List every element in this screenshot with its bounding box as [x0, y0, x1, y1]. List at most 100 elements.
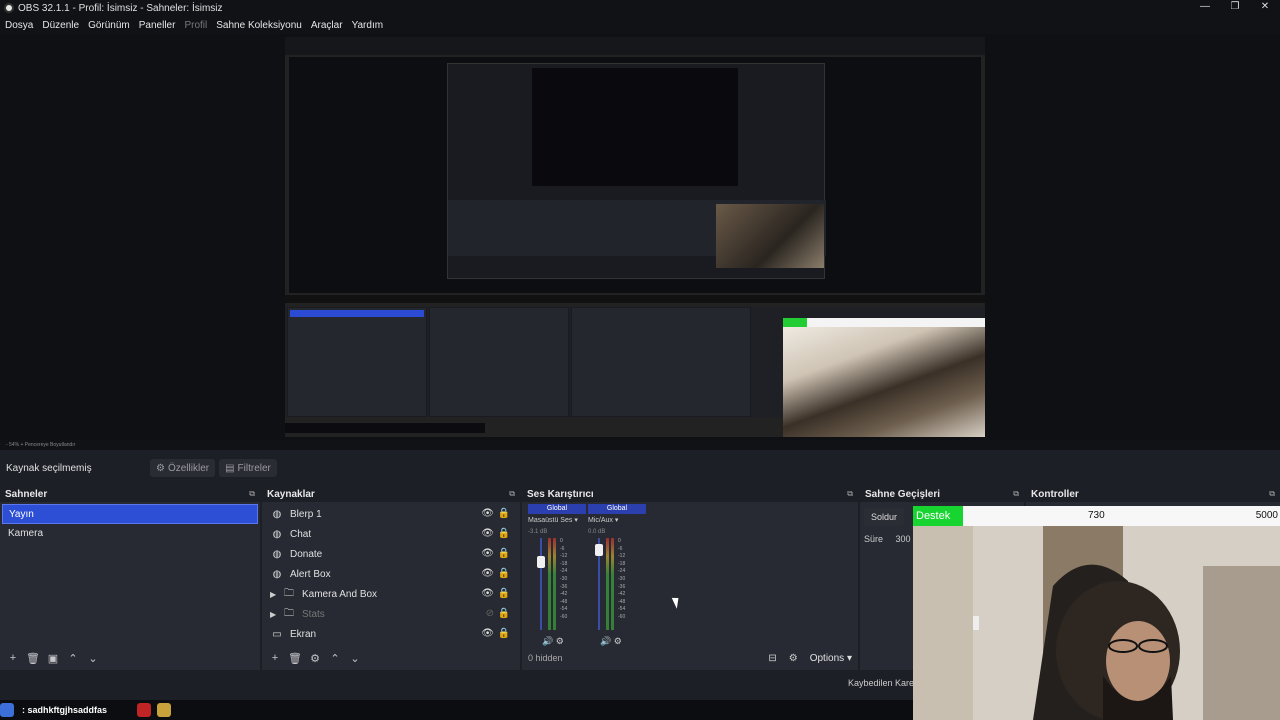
scale-tick: -12 [560, 553, 568, 560]
scale-tick: -18 [618, 560, 626, 567]
eye-icon[interactable]: 👁 [481, 548, 494, 559]
dropped-frames-label: Kaybedilen Kare [848, 678, 915, 688]
advanced-audio-icon[interactable]: ⚙ [789, 653, 798, 664]
menu-gorunum[interactable]: Görünüm [88, 20, 130, 31]
chevron-down-icon: ▾ [574, 517, 578, 524]
maximize-icon[interactable]: ❐ [1220, 0, 1250, 16]
scale-tick: -42 [560, 591, 568, 598]
channel-settings-icon[interactable]: ⚙ [556, 636, 564, 646]
eye-icon[interactable]: 👁 [481, 528, 494, 539]
source-label: Alert Box [290, 568, 331, 580]
scene-item-kamera[interactable]: Kamera [2, 524, 258, 544]
duration-label: Süre [864, 534, 884, 544]
source-item[interactable]: ◍ Alert Box 👁 🔒 [266, 564, 516, 584]
lock-icon[interactable]: 🔒 [498, 568, 510, 579]
options-button[interactable]: Options ▾ [810, 653, 852, 664]
source-item[interactable]: ◍ Chat 👁 🔒 [266, 524, 516, 544]
menu-araclar[interactable]: Araçlar [311, 20, 343, 31]
browser-icon: ◍ [272, 568, 282, 580]
move-down-icon[interactable]: ⌄ [84, 652, 102, 665]
properties-button[interactable]: ⚙ Özellikler [150, 459, 216, 477]
menu-yardim[interactable]: Yardım [352, 20, 384, 31]
donation-target: 5000 [1255, 510, 1278, 521]
source-item[interactable]: ◍ Blerp 1 👁 🔒 [266, 504, 516, 524]
menu-paneller[interactable]: Paneller [139, 20, 176, 31]
layout-toggle-icon[interactable]: ⊟ [768, 653, 776, 664]
scale-tick: -30 [560, 575, 568, 582]
transition-select[interactable]: Soldur [864, 508, 904, 526]
source-label: Stats [302, 608, 325, 620]
source-label: Kamera And Box [302, 588, 378, 600]
menu-duzenle[interactable]: Düzenle [42, 20, 79, 31]
eye-icon[interactable]: 👁 [481, 568, 494, 579]
preview-zoom-bar[interactable]: - 54% + Pencereye Boyutlandır [0, 440, 1280, 450]
no-source-label: Kaynak seçilmemiş [6, 462, 92, 474]
channel-name[interactable]: Mic/Aux ▾ [588, 516, 646, 528]
scale-tick: -6 [560, 545, 565, 552]
add-icon[interactable]: + [4, 652, 22, 664]
sources-title: Kaynaklar [267, 488, 315, 500]
channel-name[interactable]: Masaüstü Ses ▾ [528, 516, 586, 528]
source-list: ◍ Blerp 1 👁 🔒 ◍ Chat 👁 🔒 ◍ Donate 👁 🔒 ◍ … [262, 502, 520, 646]
move-down-icon[interactable]: ⌄ [346, 652, 364, 665]
trash-icon[interactable]: 🗑 [24, 652, 42, 665]
filters-button[interactable]: ▤ Filtreler [219, 459, 277, 477]
browser-icon: ◍ [272, 508, 282, 520]
volume-fader-knob[interactable] [595, 544, 603, 556]
lock-icon[interactable]: 🔒 [498, 628, 510, 639]
volume-fader-knob[interactable] [537, 556, 545, 568]
add-icon[interactable]: + [266, 652, 284, 664]
float-dock-icon[interactable]: ⧉ [249, 489, 255, 499]
eye-icon[interactable]: 👁 [481, 628, 494, 639]
menu-profil[interactable]: Profil [184, 20, 207, 31]
eye-icon[interactable]: 👁 [481, 588, 494, 599]
preview-canvas[interactable] [285, 37, 985, 437]
expand-arrow-icon[interactable]: ▶ [270, 610, 280, 619]
source-label: Ekran [290, 628, 317, 640]
lock-icon[interactable]: 🔒 [498, 548, 510, 559]
lock-icon[interactable]: 🔒 [498, 608, 510, 619]
lock-icon[interactable]: 🔒 [498, 508, 510, 519]
scale-tick: -48 [560, 598, 568, 605]
source-group-item[interactable]: ▶ 🗀 Kamera And Box 👁 🔒 [266, 584, 516, 604]
scale-tick: -12 [618, 553, 626, 560]
speaker-icon[interactable]: 🔊 [600, 636, 611, 646]
minimize-icon[interactable]: — [1190, 0, 1220, 16]
title-bar: OBS 32.1.1 - Profil: İsimsiz - Sahneler:… [0, 0, 1280, 16]
preview-area[interactable] [0, 34, 1280, 440]
float-dock-icon[interactable]: ⧉ [847, 489, 853, 499]
donation-goal-bar: Destek 730 5000 [913, 506, 1280, 526]
eye-icon[interactable]: 👁 [481, 508, 494, 519]
sources-toolbar: + 🗑 ⚙ ⌃ ⌄ [262, 648, 520, 668]
scenes-dock: Sahneler ⧉ Yayın Kamera + 🗑 ▣ ⌃ ⌄ [0, 486, 260, 670]
menu-dosya[interactable]: Dosya [5, 20, 33, 31]
filters-label: Filtreler [237, 462, 271, 474]
scale-tick: -24 [560, 568, 568, 575]
source-item[interactable]: ◍ Donate 👁 🔒 [266, 544, 516, 564]
source-item[interactable]: ▭ Ekran 👁 🔒 [266, 624, 516, 644]
menu-sahne-koleksiyonu[interactable]: Sahne Koleksiyonu [216, 20, 302, 31]
move-up-icon[interactable]: ⌃ [64, 652, 82, 665]
float-dock-icon[interactable]: ⧉ [1269, 489, 1275, 499]
db-scale: 0 -6 -12 -18 -24 -30 -36 -42 -48 -54 -60 [560, 538, 567, 622]
scale-tick: 0 [560, 538, 563, 544]
source-label: Blerp 1 [290, 508, 322, 520]
volume-fader-track[interactable] [540, 538, 542, 630]
move-up-icon[interactable]: ⌃ [326, 652, 344, 665]
gear-icon[interactable]: ⚙ [306, 652, 324, 665]
preview-nested-window [447, 63, 826, 279]
close-icon[interactable]: ✕ [1250, 0, 1280, 16]
float-dock-icon[interactable]: ⧉ [1013, 489, 1019, 499]
lock-icon[interactable]: 🔒 [498, 588, 510, 599]
trash-icon[interactable]: 🗑 [286, 652, 304, 665]
channel-settings-icon[interactable]: ⚙ [614, 636, 622, 646]
scene-item-yayin[interactable]: Yayın [2, 504, 258, 524]
eye-hidden-icon[interactable]: ⊘ [486, 608, 494, 619]
scene-filters-icon[interactable]: ▣ [44, 652, 62, 665]
expand-arrow-icon[interactable]: ▶ [270, 590, 280, 599]
speaker-icon[interactable]: 🔊 [542, 636, 553, 646]
lock-icon[interactable]: 🔒 [498, 528, 510, 539]
source-group-item[interactable]: ▶ 🗀 Stats ⊘ 🔒 [266, 604, 516, 624]
hidden-count[interactable]: 0 hidden [528, 653, 756, 663]
float-dock-icon[interactable]: ⧉ [509, 489, 515, 499]
